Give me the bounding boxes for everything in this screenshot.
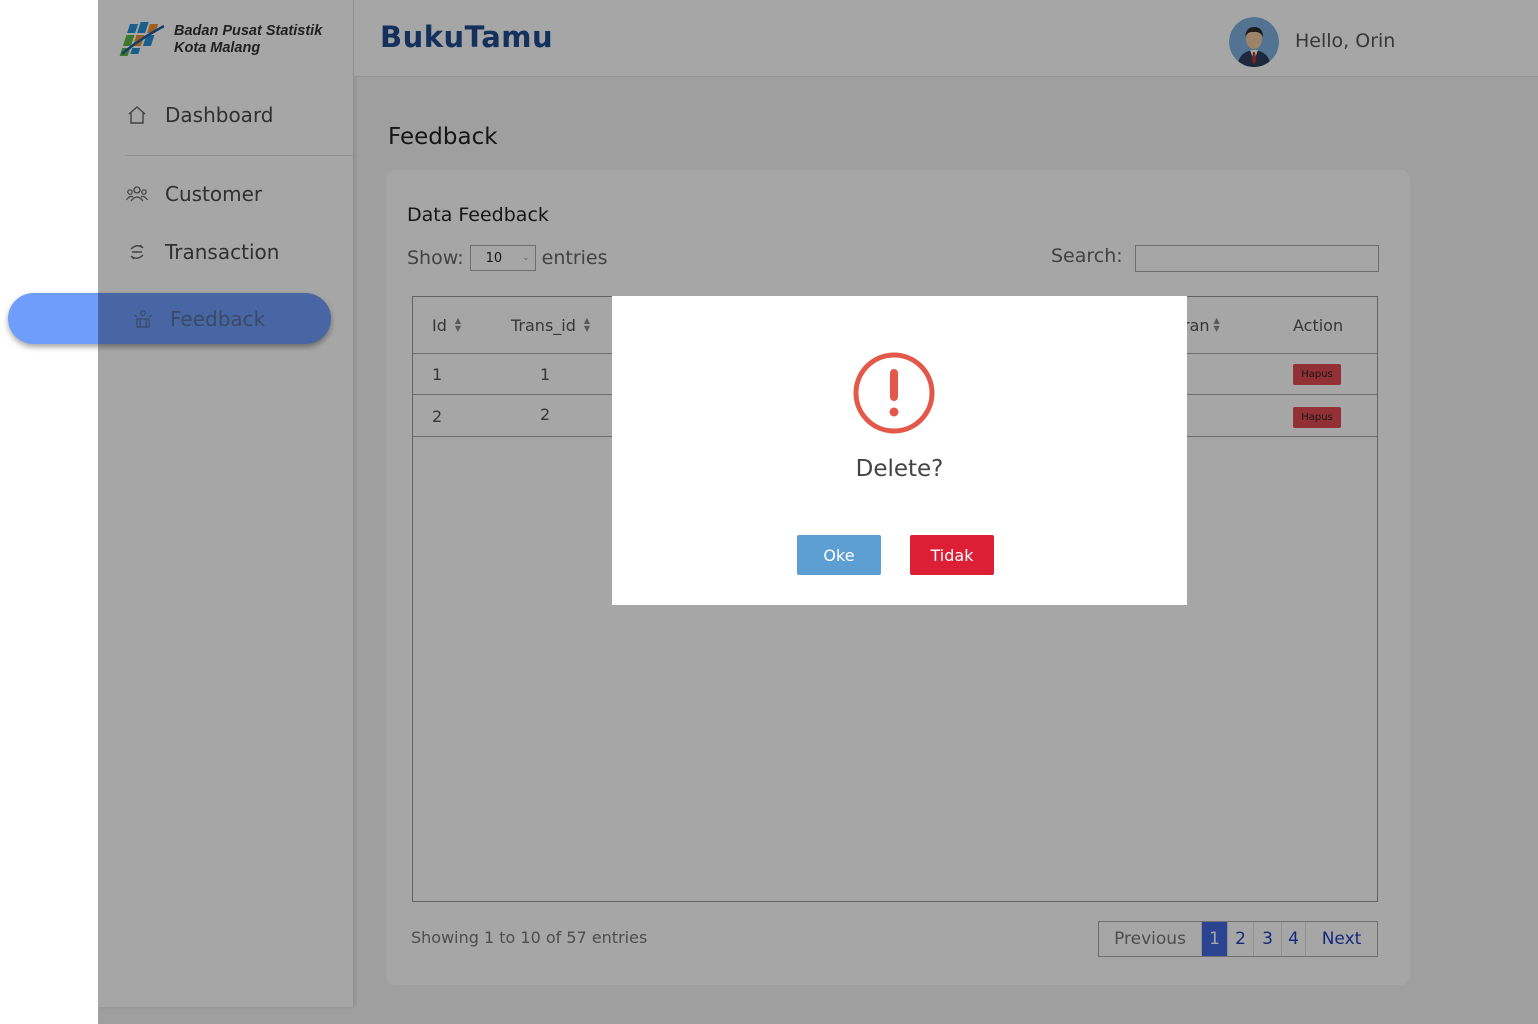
warning-icon: [852, 351, 936, 435]
sidebar-item-feedback[interactable]: Feedback: [132, 293, 265, 344]
feedback-icon: [132, 308, 154, 330]
dialog-message: Delete?: [855, 456, 944, 482]
delete-confirm-dialog: Delete? Oke Tidak: [612, 296, 1187, 605]
sidebar-item-label: Feedback: [170, 306, 266, 331]
confirm-cancel-button[interactable]: Tidak: [910, 535, 994, 575]
confirm-ok-button[interactable]: Oke: [797, 535, 881, 575]
